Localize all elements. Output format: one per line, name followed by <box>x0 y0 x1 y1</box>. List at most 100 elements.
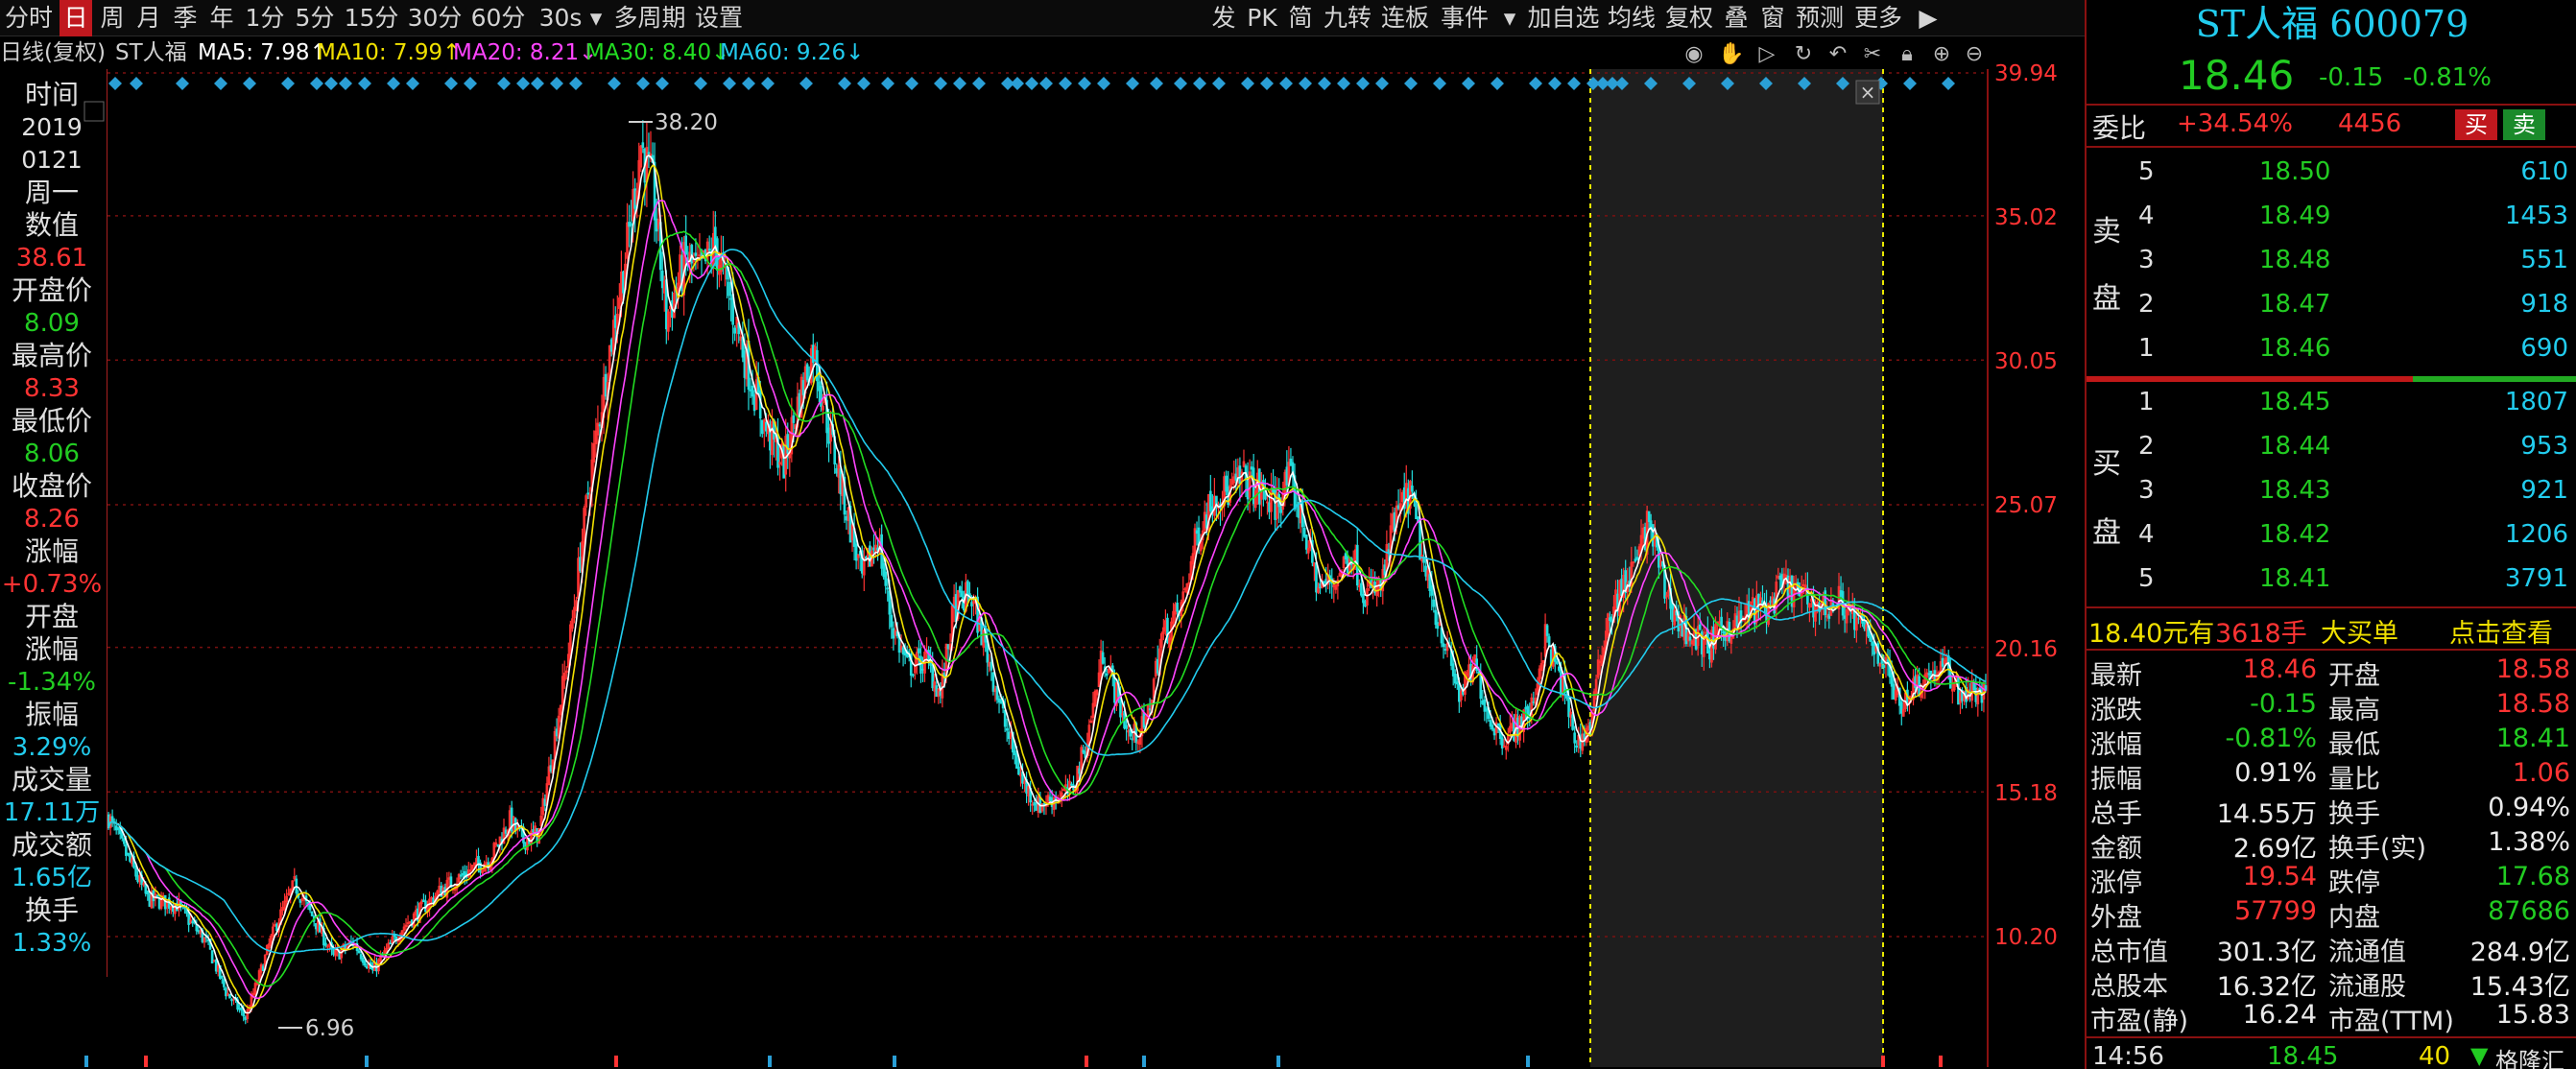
event-diamond[interactable] <box>636 77 650 90</box>
bottom-event-mark[interactable] <box>1881 1056 1885 1067</box>
bottom-event-mark[interactable] <box>1085 1056 1088 1067</box>
event-diamond[interactable] <box>130 77 143 90</box>
bottom-event-mark[interactable] <box>1939 1056 1943 1067</box>
event-diamond[interactable] <box>1567 77 1581 90</box>
bottom-event-mark[interactable] <box>84 1056 88 1067</box>
event-diamond[interactable] <box>742 77 755 90</box>
event-diamond[interactable] <box>1942 77 1955 90</box>
event-diamond[interactable] <box>1174 77 1187 90</box>
candle-body <box>1195 530 1199 534</box>
bid-vol: 1807 <box>2504 388 2568 416</box>
bottom-event-mark[interactable] <box>1142 1056 1146 1067</box>
bottom-event-mark[interactable] <box>1276 1056 1280 1067</box>
event-diamond[interactable] <box>1260 77 1274 90</box>
kline-chart[interactable]: 38.20 6.96 × <box>0 0 2085 1069</box>
event-diamond[interactable] <box>934 77 947 90</box>
event-diamond[interactable] <box>1462 77 1475 90</box>
event-diamond[interactable] <box>1529 77 1542 90</box>
event-diamond[interactable] <box>339 77 352 90</box>
candle-body <box>1003 709 1007 727</box>
bottom-event-mark[interactable] <box>365 1056 369 1067</box>
bottom-event-mark[interactable] <box>614 1056 618 1067</box>
bottom-event-mark[interactable] <box>1526 1056 1530 1067</box>
event-diamond[interactable] <box>108 77 122 90</box>
bottom-event-mark[interactable] <box>768 1056 772 1067</box>
event-diamond[interactable] <box>516 77 530 90</box>
event-diamond[interactable] <box>761 77 775 90</box>
event-diamond[interactable] <box>656 77 669 90</box>
event-diamond[interactable] <box>1193 77 1206 90</box>
event-diamond[interactable] <box>1150 77 1163 90</box>
event-diamond[interactable] <box>281 77 295 90</box>
stat-label: 换手(实) <box>2328 834 2427 864</box>
candle-body <box>694 252 698 256</box>
event-diamond[interactable] <box>358 77 371 90</box>
bottom-event-mark[interactable] <box>144 1056 148 1067</box>
event-diamond[interactable] <box>1025 77 1038 90</box>
event-diamond[interactable] <box>497 77 511 90</box>
event-diamond[interactable] <box>214 77 227 90</box>
event-diamond[interactable] <box>1059 77 1072 90</box>
buy-button[interactable]: 买 <box>2455 109 2497 140</box>
event-diamond[interactable] <box>857 77 871 90</box>
date-year: 2019 <box>21 113 83 141</box>
ask-vol: 1453 <box>2504 202 2568 230</box>
event-diamond[interactable] <box>406 77 419 90</box>
event-diamond[interactable] <box>1078 77 1091 90</box>
event-diamond[interactable] <box>953 77 966 90</box>
candle-body <box>157 898 161 909</box>
event-diamond[interactable] <box>1126 77 1139 90</box>
event-diamond[interactable] <box>387 77 400 90</box>
event-diamond[interactable] <box>723 77 736 90</box>
close-icon[interactable]: × <box>1860 81 1876 104</box>
event-diamond[interactable] <box>1097 77 1110 90</box>
event-diamond[interactable] <box>569 77 583 90</box>
event-diamond[interactable] <box>176 77 189 90</box>
event-diamond[interactable] <box>1299 77 1312 90</box>
event-diamond[interactable] <box>972 77 986 90</box>
event-diamond[interactable] <box>531 77 544 90</box>
vol-value: 17.11万 <box>3 798 101 827</box>
event-diamond[interactable] <box>1212 77 1226 90</box>
event-diamond[interactable] <box>1241 77 1254 90</box>
candle-body <box>918 648 920 653</box>
event-diamond[interactable] <box>464 77 477 90</box>
candle-body <box>389 942 393 945</box>
candle-body <box>827 427 830 444</box>
event-diamond[interactable] <box>1404 77 1418 90</box>
event-diamond[interactable] <box>905 77 918 90</box>
event-diamond[interactable] <box>1337 77 1350 90</box>
event-diamond[interactable] <box>1356 77 1370 90</box>
event-diamond[interactable] <box>550 77 563 90</box>
event-diamond[interactable] <box>838 77 851 90</box>
event-diamond[interactable] <box>1548 77 1562 90</box>
candle-body <box>148 893 152 907</box>
event-diamond[interactable] <box>243 77 256 90</box>
event-diamond[interactable] <box>1039 77 1053 90</box>
event-diamond[interactable] <box>310 77 323 90</box>
bid-price: 18.43 <box>2259 476 2331 505</box>
event-diamond[interactable] <box>1011 77 1024 90</box>
candle-body <box>1455 681 1459 685</box>
event-diamond[interactable] <box>1279 77 1293 90</box>
bigorder-link[interactable]: 点击查看 <box>2449 612 2553 650</box>
event-diamond[interactable] <box>1491 77 1504 90</box>
event-diamond[interactable] <box>444 77 458 90</box>
candle-body <box>1035 802 1038 811</box>
event-diamond[interactable] <box>1375 77 1389 90</box>
event-diamond[interactable] <box>694 77 707 90</box>
ask-side-label-1: 卖 <box>2092 215 2121 249</box>
event-diamond[interactable] <box>608 77 621 90</box>
event-diamond[interactable] <box>881 77 894 90</box>
candle-body <box>1442 643 1445 648</box>
date-md: 0121 <box>21 146 83 174</box>
candle-body <box>1489 720 1492 727</box>
event-diamond[interactable] <box>1433 77 1446 90</box>
event-diamond[interactable] <box>1903 77 1917 90</box>
event-diamond[interactable] <box>1318 77 1331 90</box>
candle-body <box>1131 738 1134 741</box>
event-diamond[interactable] <box>324 77 338 90</box>
event-diamond[interactable] <box>799 77 813 90</box>
bottom-event-mark[interactable] <box>893 1056 896 1067</box>
sell-button[interactable]: 卖 <box>2503 109 2545 140</box>
